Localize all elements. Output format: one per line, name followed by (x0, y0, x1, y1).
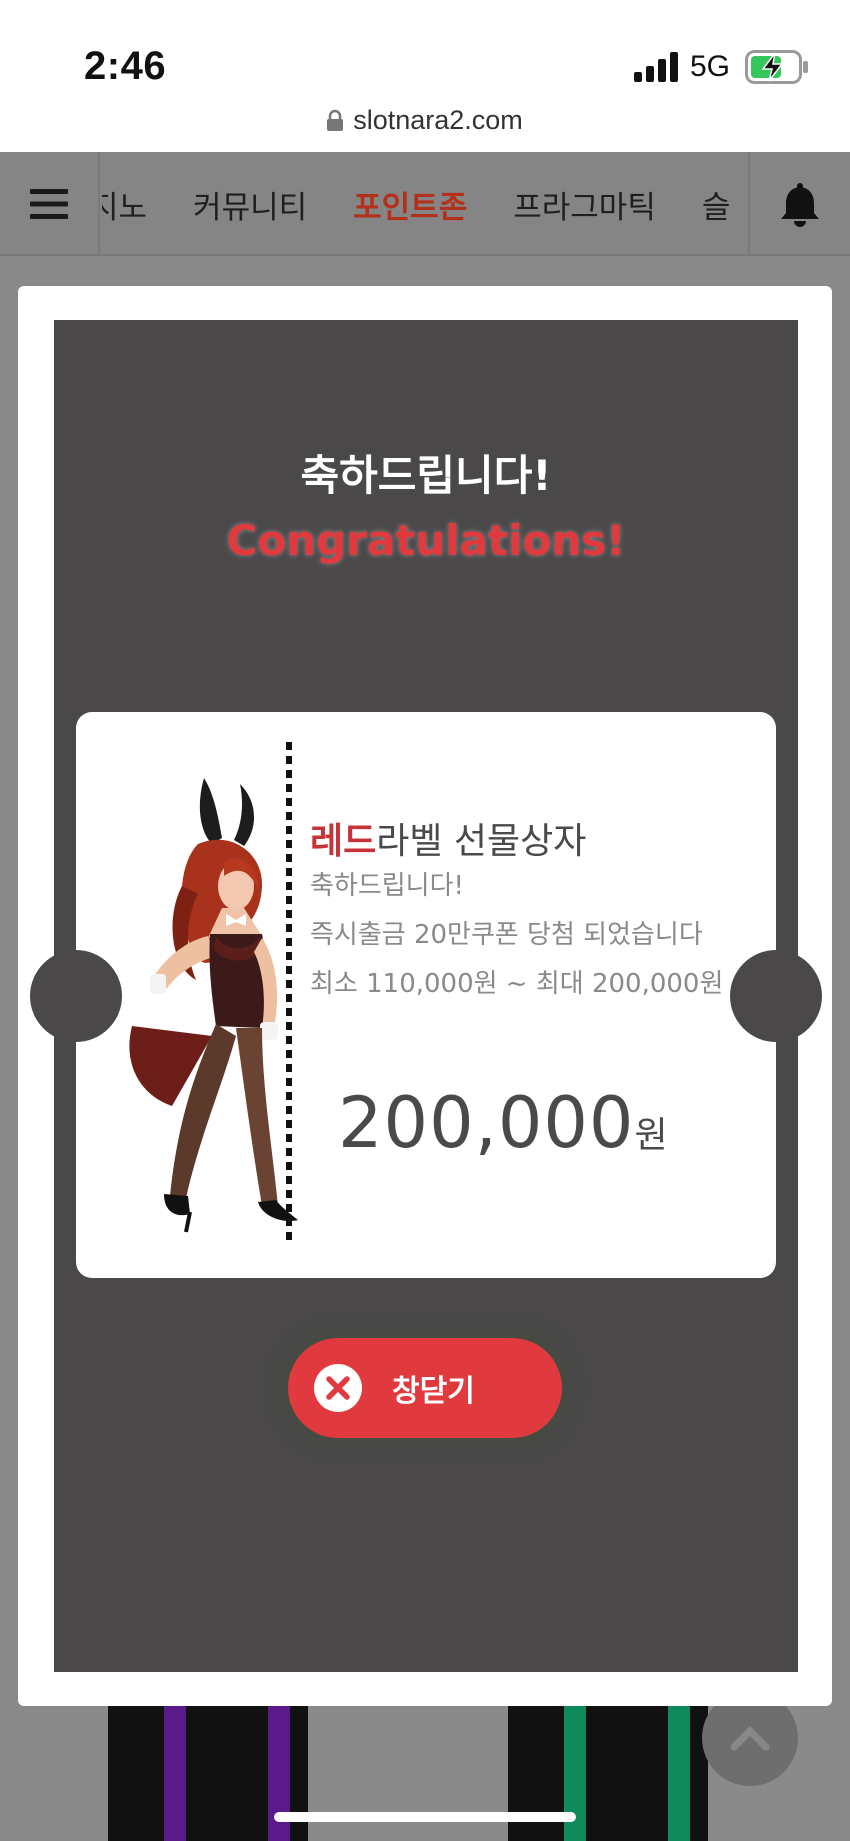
close-icon (314, 1364, 362, 1412)
prize-range: 최소 110,000원 ~ 최대 200,000원 (310, 969, 724, 999)
battery-charging-icon (745, 50, 808, 84)
signal-icon (634, 52, 678, 82)
network-type: 5G (690, 50, 731, 83)
notifications-button[interactable] (748, 152, 850, 256)
close-button-label: 창닫기 (392, 1374, 475, 1409)
modal-subtitle: Congratulations! (226, 516, 626, 565)
prize-name-accent: 레드 (310, 821, 377, 862)
lock-icon (327, 109, 344, 131)
nav-item-community[interactable]: 커뮤니티 (193, 182, 307, 227)
status-bar: 2:46 5G slotnara2.com (0, 0, 850, 152)
status-time: 2:46 (84, 44, 167, 88)
site-nav: 지노 커뮤니티 포인트존 프라그마틱 슬 (0, 152, 850, 256)
prize-ticket: 레드라벨 선물상자 축하드립니다! 즉시출금 20만쿠폰 당첨 되었습니다 최소… (30, 712, 822, 1278)
prize-message: 축하드립니다! 즉시출금 20만쿠폰 당첨 되었습니다 최소 110,000원 … (310, 862, 750, 1009)
nav-item-slot[interactable]: 슬 (702, 182, 731, 227)
prize-name: 레드라벨 선물상자 (310, 812, 586, 864)
nav-scroller[interactable]: 지노 커뮤니티 포인트존 프라그마틱 슬 (102, 152, 748, 256)
prize-message-line1: 축하드립니다! (310, 871, 464, 901)
prize-amount: 200,000원 (338, 1082, 668, 1164)
close-modal-button[interactable]: 창닫기 (288, 1338, 562, 1438)
prize-modal: 축하드립니다! Congratulations! 레드라벨 선물상자 축하드립니… (18, 286, 832, 1706)
url-text: slotnara2.com (353, 104, 523, 135)
nav-item-pragmatic[interactable]: 프라그마틱 (513, 182, 656, 227)
ticket-perforation (286, 742, 292, 1242)
nav-item-casino[interactable]: 지노 (102, 182, 147, 227)
hamburger-icon (30, 189, 68, 219)
prize-amount-unit: 원 (634, 1115, 668, 1156)
prize-amount-value: 200,000 (338, 1082, 635, 1164)
modal-panel: 축하드립니다! Congratulations! 레드라벨 선물상자 축하드립니… (30, 320, 822, 1672)
bunny-character-illustration (129, 778, 298, 1233)
prize-message-line2: 즉시출금 20만쿠폰 당첨 되었습니다 (310, 920, 703, 950)
chevron-up-icon (730, 1726, 770, 1751)
nav-item-pointzone[interactable]: 포인트존 (353, 182, 467, 227)
modal-title: 축하드립니다! (300, 451, 552, 500)
menu-button[interactable] (0, 152, 100, 256)
prize-name-rest: 라벨 선물상자 (376, 821, 587, 862)
bell-icon (781, 183, 819, 227)
address-bar[interactable]: slotnara2.com (0, 98, 850, 142)
home-indicator (274, 1812, 576, 1822)
ticket-notch-left (30, 950, 122, 1042)
